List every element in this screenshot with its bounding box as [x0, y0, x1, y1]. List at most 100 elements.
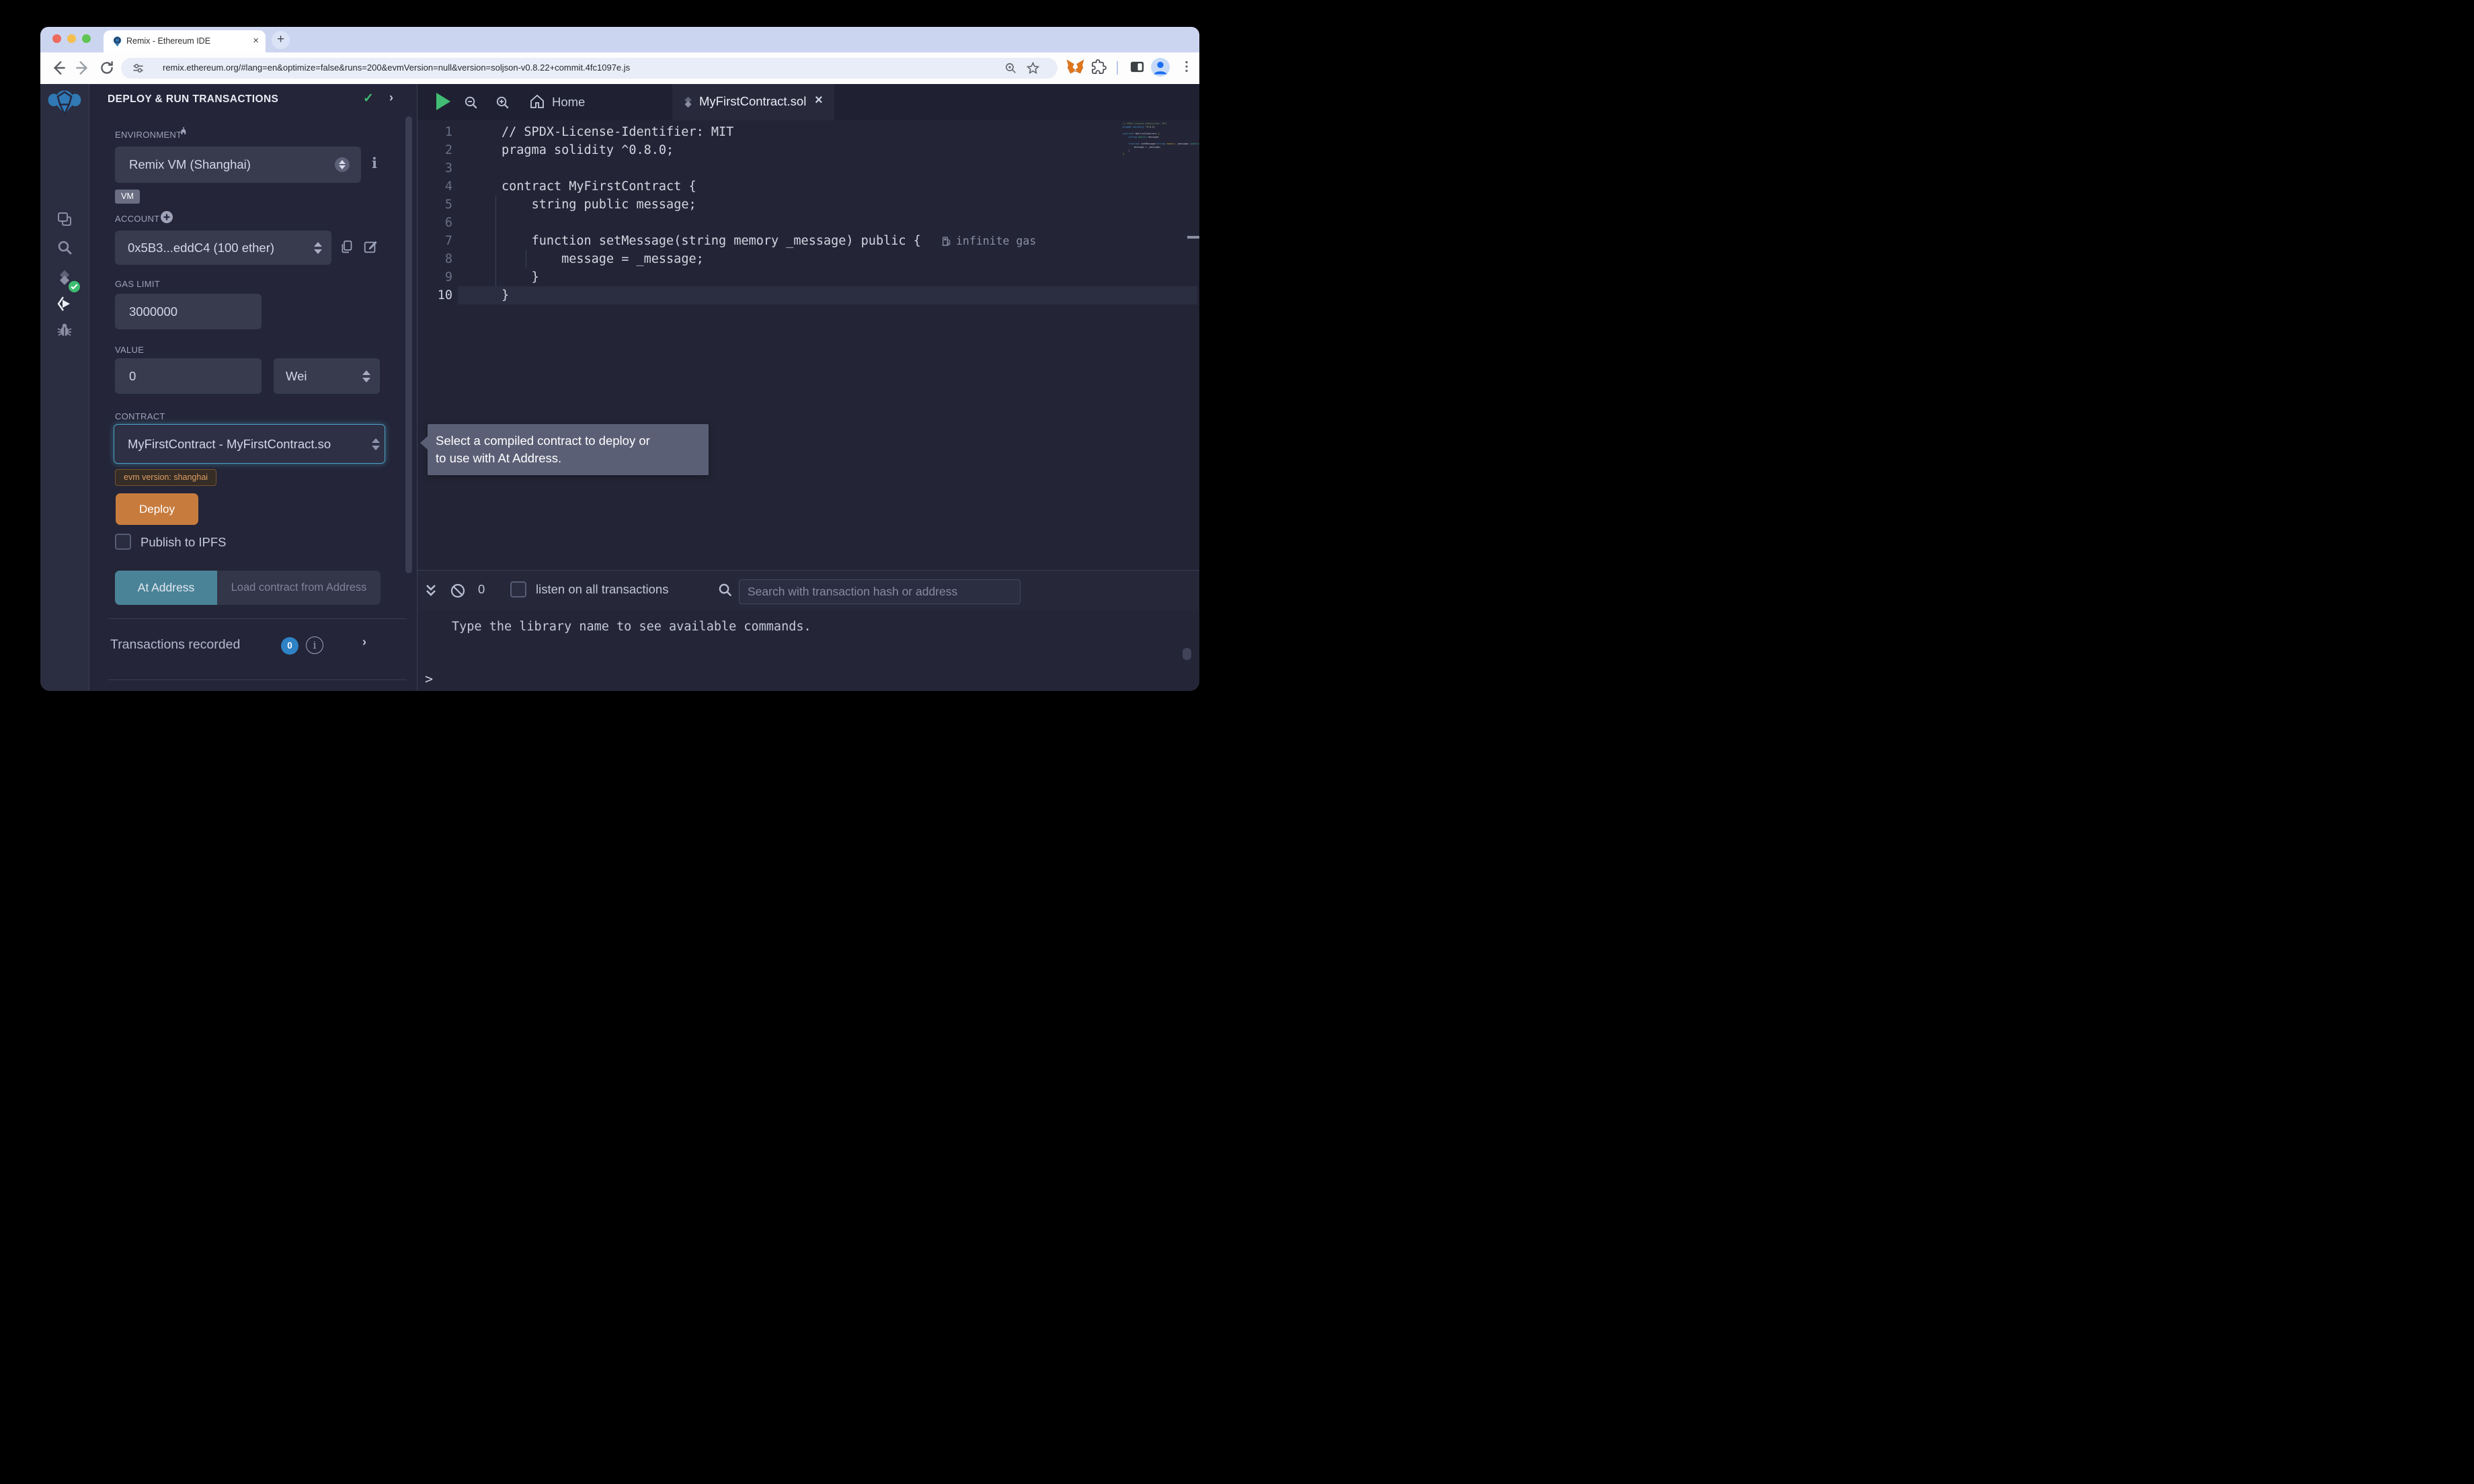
value-unit: Wei — [286, 369, 307, 384]
code-line: } — [1123, 153, 1190, 156]
deploy-button[interactable]: Deploy — [116, 493, 198, 525]
tab-home[interactable]: Home — [552, 95, 585, 110]
deploy-run-icon[interactable] — [56, 296, 73, 312]
home-icon[interactable] — [529, 93, 545, 110]
browser-tab-title: Remix - Ethereum IDE — [126, 36, 210, 46]
reload-icon[interactable] — [98, 59, 116, 77]
deploy-run-panel: DEPLOY & RUN TRANSACTIONS ✓ › ENVIRONMEN… — [89, 84, 417, 691]
account-stepper-icon[interactable] — [314, 242, 322, 254]
close-window-button[interactable] — [52, 34, 61, 43]
editor-minimap[interactable]: // SPDX-License-Identifier: MITpragma so… — [1123, 122, 1190, 156]
line-number: 7 — [417, 232, 452, 250]
main-area: Home MyFirstContract.sol × 12345678910 /… — [417, 84, 1199, 691]
edit-account-icon[interactable] — [363, 239, 378, 254]
toolbar-divider — [1117, 61, 1118, 75]
at-address-input[interactable]: Load contract from Address — [217, 571, 381, 605]
code-line: contract MyFirstContract { — [502, 177, 921, 196]
terminal-scrollbar[interactable] — [1183, 648, 1191, 660]
remix-logo-icon[interactable] — [46, 89, 83, 116]
environment-info-icon[interactable]: i — [372, 155, 377, 171]
gas-pump-icon — [941, 236, 952, 247]
terminal-output[interactable]: Type the library name to see available c… — [417, 610, 1199, 691]
line-number: 10 — [417, 286, 452, 304]
remix-app: DEPLOY & RUN TRANSACTIONS ✓ › ENVIRONMEN… — [40, 84, 1199, 691]
environment-select[interactable]: Remix VM (Shanghai) — [115, 147, 361, 183]
editor-scrollbar[interactable] — [1187, 236, 1199, 239]
code-lines: // SPDX-License-Identifier: MITpragma so… — [502, 123, 921, 304]
listen-transactions-label: listen on all transactions — [536, 582, 668, 597]
line-number: 3 — [417, 159, 452, 177]
code-line — [502, 159, 921, 177]
collapse-terminal-icon[interactable] — [423, 582, 439, 600]
indent-guide — [495, 196, 496, 286]
gas-limit-input[interactable]: 3000000 — [115, 294, 262, 329]
zoom-page-icon[interactable] — [1004, 62, 1017, 75]
close-file-icon[interactable]: × — [815, 93, 823, 108]
bookmark-star-icon[interactable] — [1026, 61, 1040, 75]
line-number: 8 — [417, 250, 452, 268]
unit-stepper-icon[interactable] — [362, 370, 370, 382]
transactions-info-icon[interactable]: i — [306, 636, 323, 654]
gas-limit-label: GAS LIMIT — [115, 279, 160, 289]
value-unit-select[interactable]: Wei — [274, 358, 380, 394]
browser-menu-kebab-icon[interactable] — [1179, 59, 1194, 74]
new-tab-button[interactable]: + — [272, 31, 290, 49]
metamask-extension-icon[interactable] — [1066, 58, 1084, 77]
environment-value: Remix VM (Shanghai) — [129, 157, 251, 172]
site-settings-icon[interactable] — [132, 62, 145, 75]
side-panel-icon[interactable] — [1129, 59, 1145, 75]
hide-panel-chevron-icon[interactable]: › — [389, 91, 393, 105]
terminal-search-placeholder: Search with transaction hash or address — [748, 585, 957, 599]
value-input[interactable]: 0 — [115, 358, 262, 394]
search-icon[interactable] — [56, 239, 73, 255]
account-value: 0x5B3...eddC4 (100 ether) — [128, 241, 274, 255]
close-tab-icon[interactable]: × — [253, 35, 259, 46]
panel-scrollbar[interactable] — [405, 116, 412, 573]
publish-ipfs-checkbox[interactable] — [115, 534, 131, 550]
code-line — [502, 214, 921, 232]
listen-transactions-checkbox[interactable] — [510, 581, 526, 597]
zoom-out-icon[interactable] — [463, 95, 479, 110]
line-number: 1 — [417, 123, 452, 141]
extensions-puzzle-icon[interactable] — [1091, 59, 1107, 75]
terminal-toolbar: 0 listen on all transactions Search with… — [417, 570, 1199, 611]
line-number: 4 — [417, 177, 452, 196]
line-number: 9 — [417, 268, 452, 286]
copy-account-icon[interactable] — [340, 239, 354, 255]
code-editor[interactable]: 12345678910 // SPDX-License-Identifier: … — [417, 120, 1199, 570]
clear-console-ban-icon[interactable] — [450, 583, 466, 599]
transactions-expand-chevron-icon[interactable]: › — [362, 635, 366, 649]
code-line: message = _message; — [502, 250, 921, 268]
gas-annotation-text: infinite gas — [956, 235, 1036, 247]
tooltip-line2: to use with At Address. — [436, 450, 701, 467]
line-number: 6 — [417, 214, 452, 232]
active-tab-label: MyFirstContract.sol — [699, 94, 806, 109]
account-select[interactable]: 0x5B3...eddC4 (100 ether) — [115, 231, 331, 265]
forward-icon[interactable] — [74, 59, 91, 77]
at-address-button[interactable]: At Address — [115, 571, 217, 605]
line-number: 2 — [417, 141, 452, 159]
contract-stepper-icon[interactable] — [372, 438, 380, 450]
account-label: ACCOUNT — [115, 214, 159, 224]
add-account-icon[interactable] — [161, 211, 173, 223]
back-icon[interactable] — [50, 59, 67, 77]
environment-stepper-icon[interactable] — [335, 157, 350, 172]
run-script-play-icon[interactable] — [436, 93, 450, 110]
browser-toolbar: remix.ethereum.org/#lang=en&optimize=fal… — [40, 52, 1199, 84]
tab-myfirstcontract[interactable]: MyFirstContract.sol × — [672, 84, 834, 120]
compile-check-icon: ✓ — [363, 91, 374, 106]
maximize-window-button[interactable] — [82, 34, 91, 43]
publish-ipfs-label: Publish to IPFS — [141, 535, 227, 550]
file-explorer-icon[interactable] — [56, 211, 73, 227]
terminal-search-input[interactable]: Search with transaction hash or address — [739, 579, 1021, 604]
code-line: pragma solidity ^0.8.0; — [502, 141, 921, 159]
code-line: function setMessage(string memory _messa… — [502, 232, 921, 250]
minimize-window-button[interactable] — [67, 34, 76, 43]
profile-avatar[interactable] — [1151, 58, 1170, 77]
solidity-file-icon — [683, 96, 693, 108]
contract-select[interactable]: MyFirstContract - MyFirstContract.so — [114, 424, 385, 464]
browser-tab[interactable]: Remix - Ethereum IDE × — [104, 30, 266, 52]
zoom-in-icon[interactable] — [495, 95, 510, 110]
debugger-bug-icon[interactable] — [56, 322, 73, 338]
url-bar[interactable]: remix.ethereum.org/#lang=en&optimize=fal… — [121, 58, 1058, 79]
